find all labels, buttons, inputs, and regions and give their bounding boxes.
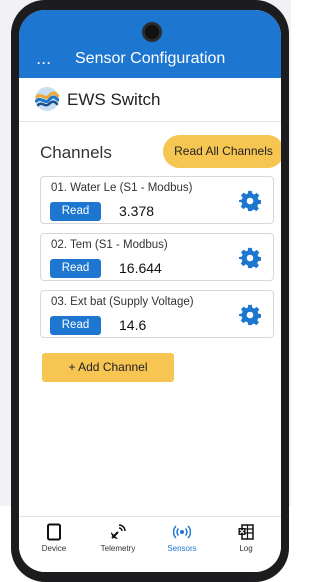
camera-notch <box>142 22 162 42</box>
bottom-navigation: Device Telemetry Sensors Log <box>19 516 281 572</box>
device-icon <box>47 523 61 541</box>
channel-value: 16.644 <box>119 260 162 276</box>
channel-label: 03. Ext bat (Supply Voltage) <box>51 296 194 308</box>
nav-label: Device <box>41 544 67 553</box>
channel-value: 14.6 <box>119 317 147 333</box>
read-channel-button[interactable]: Read <box>50 316 101 335</box>
broadcast-icon <box>173 525 191 539</box>
ews-logo-icon <box>35 87 59 111</box>
satellite-dish-icon <box>111 524 126 539</box>
channel-card: 02. Tem (S1 - Modbus) Read 16.644 <box>40 233 274 281</box>
nav-tab-sensors[interactable]: Sensors <box>151 523 213 553</box>
add-channel-button[interactable]: + Add Channel <box>42 353 174 382</box>
spreadsheet-icon <box>238 524 254 540</box>
nav-label: Sensors <box>167 544 197 553</box>
channel-card: 03. Ext bat (Supply Voltage) Read 14.6 <box>40 290 274 338</box>
channel-label: 02. Tem (S1 - Modbus) <box>51 239 168 251</box>
phone-screen: ··· Sensor Configuration EWS Switch Chan… <box>19 10 281 572</box>
channel-value: 3.378 <box>119 203 155 219</box>
app-bar: ··· Sensor Configuration <box>19 10 281 78</box>
channel-card: 01. Water Le (S1 - Modbus) Read 3.378 <box>40 176 274 224</box>
nav-tab-telemetry[interactable]: Telemetry <box>87 523 149 553</box>
screenshot-stage: ··· Sensor Configuration EWS Switch Chan… <box>0 0 291 582</box>
read-channel-button[interactable]: Read <box>50 259 101 278</box>
channels-heading: Channels <box>40 143 112 162</box>
gear-icon[interactable] <box>239 247 261 269</box>
phone-frame: ··· Sensor Configuration EWS Switch Chan… <box>11 0 289 582</box>
nav-tab-device[interactable]: Device <box>23 523 85 553</box>
read-all-channels-button[interactable]: Read All Channels <box>163 135 281 168</box>
nav-label: Log <box>239 544 253 553</box>
channel-label: 01. Water Le (S1 - Modbus) <box>51 182 193 194</box>
nav-tab-log[interactable]: Log <box>215 523 277 553</box>
gear-icon[interactable] <box>239 304 261 326</box>
gear-icon[interactable] <box>239 190 261 212</box>
nav-label: Telemetry <box>100 544 136 553</box>
page-title: Sensor Configuration <box>75 50 226 67</box>
more-options-icon[interactable]: ··· <box>37 56 52 70</box>
read-channel-button[interactable]: Read <box>50 202 101 221</box>
brand-name: EWS Switch <box>67 90 161 109</box>
brand-header: EWS Switch <box>19 78 281 122</box>
